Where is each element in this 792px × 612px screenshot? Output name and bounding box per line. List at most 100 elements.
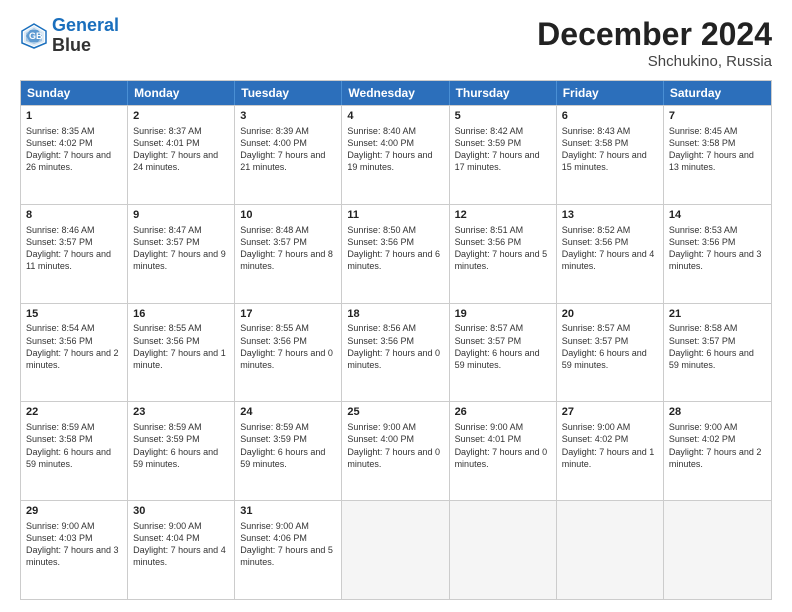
sunrise-info: Sunrise: 9:00 AM <box>240 521 309 531</box>
daylight-info: Daylight: 7 hours and 17 minutes. <box>455 150 540 172</box>
daylight-info: Daylight: 7 hours and 1 minute. <box>562 447 655 469</box>
daylight-info: Daylight: 7 hours and 13 minutes. <box>669 150 754 172</box>
calendar-day-cell: 18Sunrise: 8:56 AM Sunset: 3:56 PM Dayligh… <box>342 304 449 402</box>
page: GB General Blue December 2024 Shchukino,… <box>0 0 792 612</box>
daylight-info: Daylight: 7 hours and 4 minutes. <box>133 545 226 567</box>
calendar-header-row: SundayMondayTuesdayWednesdayThursdayFrid… <box>21 81 771 105</box>
sunset-info: Sunset: 3:57 PM <box>240 237 307 247</box>
day-number: 11 <box>347 208 443 223</box>
calendar-day-cell: 21Sunrise: 8:58 AMSunset: 3:57 PMDayligh… <box>664 304 771 402</box>
sunrise-info: Sunrise: 8:46 AM <box>26 225 95 235</box>
calendar-day-cell: 5Sunrise: 8:42 AMSunset: 3:59 PMDaylight… <box>450 106 557 204</box>
sunrise-info: Sunrise: 8:58 AM <box>669 323 738 333</box>
sunset-info: Sunset: 3:56 PM <box>347 336 414 346</box>
day-number: 2 <box>133 109 229 124</box>
sunset-info: Sunset: 4:06 PM <box>240 533 307 543</box>
daylight-info: Daylight: 6 hours and 59 minutes. <box>455 348 540 370</box>
sunset-info: Sunset: 3:57 PM <box>562 336 629 346</box>
calendar: SundayMondayTuesdayWednesdayThursdayFrid… <box>20 80 772 600</box>
main-title: December 2024 <box>537 16 772 53</box>
day-number: 16 <box>133 307 229 322</box>
sunrise-info: Sunrise: 8:50 AM <box>347 225 416 235</box>
sunset-info: Sunset: 3:57 PM <box>669 336 736 346</box>
daylight-info: Daylight: 7 hours and 4 minutes. <box>562 249 655 271</box>
daylight-info: Daylight: 7 hours and 9 minutes. <box>133 249 226 271</box>
daylight-info: Daylight: 7 hours and 11 minutes. <box>26 249 111 271</box>
calendar-week-row: 8Sunrise: 8:46 AMSunset: 3:57 PMDaylight… <box>21 204 771 303</box>
sunrise-info: Sunrise: 8:52 AM <box>562 225 631 235</box>
calendar-day-cell: 29Sunrise: 9:00 AMSunset: 4:03 PMDayligh… <box>21 501 128 599</box>
calendar-day-cell: 13Sunrise: 8:52 AMSunset: 3:56 PMDayligh… <box>557 205 664 303</box>
svg-text:GB: GB <box>29 31 43 41</box>
sunrise-info: Sunrise: 8:57 AM <box>562 323 631 333</box>
calendar-day-cell: 30Sunrise: 9:00 AMSunset: 4:04 PMDayligh… <box>128 501 235 599</box>
daylight-info: Daylight: 7 hours and 26 minutes. <box>26 150 111 172</box>
daylight-info: Daylight: 7 hours and 15 minutes. <box>562 150 647 172</box>
calendar-day-cell: 9Sunrise: 8:47 AMSunset: 3:57 PMDaylight… <box>128 205 235 303</box>
sunset-info: Sunset: 3:56 PM <box>669 237 736 247</box>
sunset-info: Sunset: 4:01 PM <box>133 138 200 148</box>
calendar-day-cell: 20Sunrise: 8:57 AMSunset: 3:57 PMDayligh… <box>557 304 664 402</box>
sunrise-info: Sunrise: 9:00 AM <box>562 422 631 432</box>
calendar-day-cell: 11 Sunrise: 8:50 AM Sunset: 3:56 PM Dayligh… <box>342 205 449 303</box>
header: GB General Blue December 2024 Shchukino,… <box>20 16 772 70</box>
daylight-info: Daylight: 6 hours and 59 minutes. <box>133 447 218 469</box>
calendar-day-cell: 24Sunrise: 8:59 AMSunset: 3:59 PMDayligh… <box>235 402 342 500</box>
calendar-day-cell: 4Sunrise: 8:40 AMSunset: 4:00 PMDaylight… <box>342 106 449 204</box>
calendar-header-cell: Tuesday <box>235 81 342 105</box>
sunset-info: Sunset: 3:56 PM <box>347 237 414 247</box>
calendar-week-row: 15Sunrise: 8:54 AMSunset: 3:56 PMDayligh… <box>21 303 771 402</box>
sunset-info: Sunset: 4:00 PM <box>240 138 307 148</box>
day-number: 26 <box>455 405 551 420</box>
sunrise-info: Sunrise: 9:00 AM <box>455 422 524 432</box>
sunrise-info: Sunrise: 8:45 AM <box>669 126 738 136</box>
calendar-day-cell: 1Sunrise: 8:35 AMSunset: 4:02 PMDaylight… <box>21 106 128 204</box>
sunrise-info: Sunrise: 8:56 AM <box>347 323 416 333</box>
daylight-info: Daylight: 7 hours and 3 minutes. <box>669 249 762 271</box>
daylight-info: Daylight: 7 hours and 2 minutes. <box>26 348 119 370</box>
sunrise-info: Sunrise: 9:00 AM <box>347 422 416 432</box>
calendar-header-cell: Sunday <box>21 81 128 105</box>
calendar-week-row: 22Sunrise: 8:59 AMSunset: 3:58 PMDayligh… <box>21 401 771 500</box>
calendar-day-cell: 6Sunrise: 8:43 AMSunset: 3:58 PMDaylight… <box>557 106 664 204</box>
daylight-info: Daylight: 6 hours and 59 minutes. <box>26 447 111 469</box>
calendar-body: 1Sunrise: 8:35 AMSunset: 4:02 PMDaylight… <box>21 105 771 599</box>
daylight-info: Daylight: 7 hours and 6 minutes. <box>347 249 440 271</box>
sunset-info: Sunset: 4:00 PM <box>347 434 414 444</box>
day-number: 18 <box>347 307 443 322</box>
calendar-day-cell: 15Sunrise: 8:54 AMSunset: 3:56 PMDayligh… <box>21 304 128 402</box>
calendar-day-cell: 22Sunrise: 8:59 AMSunset: 3:58 PMDayligh… <box>21 402 128 500</box>
sunset-info: Sunset: 3:58 PM <box>669 138 736 148</box>
logo-line1: General <box>52 15 119 35</box>
sunrise-info: Sunrise: 8:59 AM <box>26 422 95 432</box>
day-number: 7 <box>669 109 766 124</box>
calendar-day-cell: 8Sunrise: 8:46 AMSunset: 3:57 PMDaylight… <box>21 205 128 303</box>
sunset-info: Sunset: 3:58 PM <box>26 434 93 444</box>
sunset-info: Sunset: 4:04 PM <box>133 533 200 543</box>
calendar-day-cell: 28Sunrise: 9:00 AMSunset: 4:02 PMDayligh… <box>664 402 771 500</box>
sunset-info: Sunset: 3:57 PM <box>455 336 522 346</box>
sunset-info: Sunset: 3:59 PM <box>133 434 200 444</box>
sunset-info: Sunset: 3:59 PM <box>455 138 522 148</box>
day-number: 6 <box>562 109 658 124</box>
sunset-info: Sunset: 3:58 PM <box>562 138 629 148</box>
logo-text: General Blue <box>52 16 119 56</box>
day-number: 10 <box>240 208 336 223</box>
daylight-info: Daylight: 7 hours and 0 minutes. <box>347 348 440 370</box>
sunrise-info: Sunrise: 8:59 AM <box>133 422 202 432</box>
sunset-info: Sunset: 3:59 PM <box>240 434 307 444</box>
day-number: 4 <box>347 109 443 124</box>
day-number: 3 <box>240 109 336 124</box>
calendar-header-cell: Saturday <box>664 81 771 105</box>
sunrise-info: Sunrise: 8:42 AM <box>455 126 524 136</box>
sunset-info: Sunset: 3:56 PM <box>133 336 200 346</box>
sunset-info: Sunset: 4:03 PM <box>26 533 93 543</box>
daylight-info: Daylight: 7 hours and 21 minutes. <box>240 150 325 172</box>
day-number: 1 <box>26 109 122 124</box>
calendar-day-cell: 19Sunrise: 8:57 AMSunset: 3:57 PMDayligh… <box>450 304 557 402</box>
day-number: 27 <box>562 405 658 420</box>
calendar-day-cell: 14Sunrise: 8:53 AMSunset: 3:56 PMDayligh… <box>664 205 771 303</box>
day-number: 24 <box>240 405 336 420</box>
calendar-day-cell: 10Sunrise: 8:48 AMSunset: 3:57 PMDayligh… <box>235 205 342 303</box>
calendar-week-row: 1Sunrise: 8:35 AMSunset: 4:02 PMDaylight… <box>21 105 771 204</box>
